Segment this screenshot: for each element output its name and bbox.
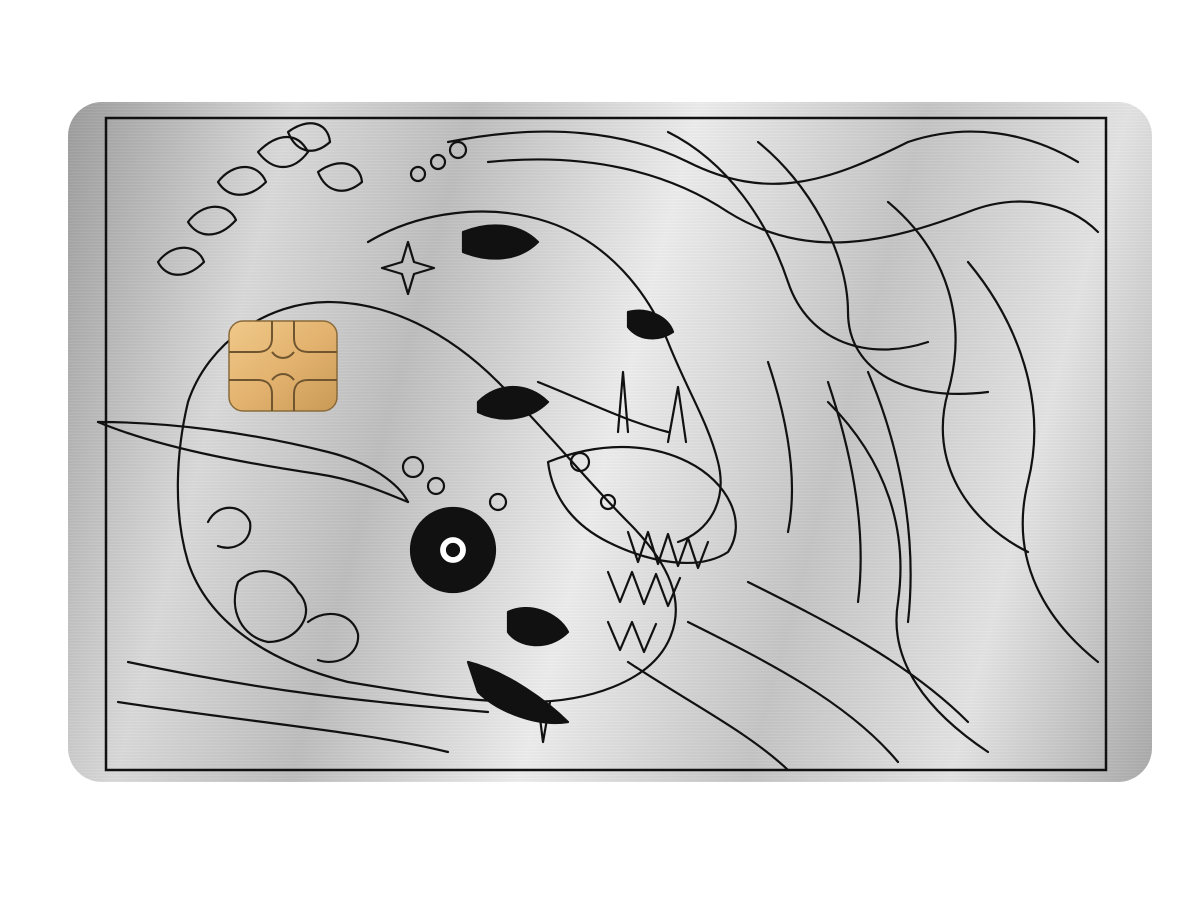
arm-line [826, 380, 862, 604]
engraved-artwork [96, 116, 1108, 772]
bolt [426, 476, 446, 496]
spike [616, 370, 630, 434]
leaf [256, 136, 310, 168]
bolt [488, 492, 508, 512]
arm-line [766, 360, 794, 534]
face-jaw [536, 380, 670, 434]
hair-strand [756, 140, 990, 395]
spike [666, 385, 688, 444]
leaf [216, 166, 268, 196]
hair-strand [446, 130, 1080, 185]
skull-mouth [466, 660, 570, 724]
metal-card [68, 102, 1152, 782]
hair-strand [486, 158, 1100, 244]
hair-strand [116, 700, 450, 754]
face-outline [366, 210, 722, 544]
bolt [401, 455, 425, 479]
bead [448, 140, 468, 160]
star-spark [380, 240, 436, 296]
hair-strand [666, 130, 930, 351]
blade [96, 420, 410, 504]
skull-nose [506, 607, 570, 647]
teeth [606, 620, 658, 654]
leaf [156, 246, 206, 276]
crack [306, 612, 360, 663]
hair-strand [626, 660, 790, 772]
blade [96, 420, 410, 504]
eye-shape [461, 224, 540, 260]
canvas [0, 0, 1200, 900]
hair-strand [886, 200, 1030, 554]
leaf [186, 205, 238, 236]
hair-strand [686, 620, 900, 764]
crack [233, 570, 308, 644]
lips [626, 309, 675, 340]
hair-strand [826, 400, 990, 754]
eye-shape [476, 385, 550, 420]
bead [429, 153, 447, 171]
emv-chip-icon [228, 320, 338, 412]
crack [206, 506, 252, 549]
leaf [286, 122, 332, 152]
hair-strand [966, 260, 1100, 664]
leaf [316, 162, 364, 192]
skull-eye-dot [445, 542, 461, 558]
bead [409, 165, 427, 183]
